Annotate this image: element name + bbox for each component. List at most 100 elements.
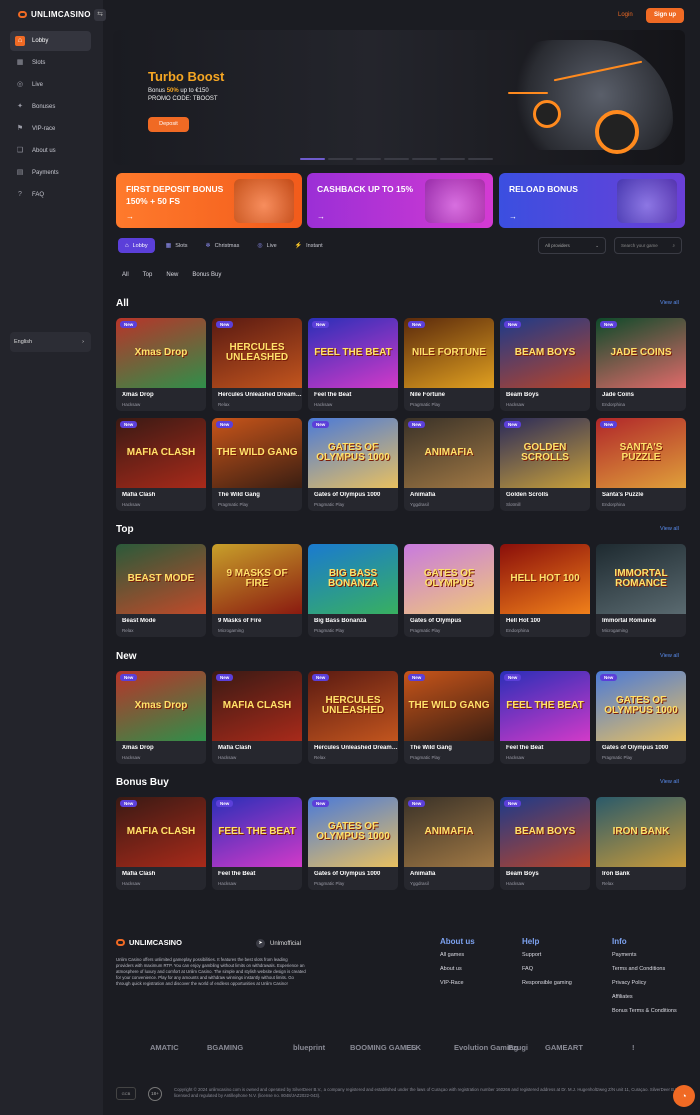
carousel-dot[interactable]	[412, 158, 437, 160]
tab-instant[interactable]: ⚡ Instant	[288, 238, 330, 253]
game-thumbnail-title: JADE COINS	[610, 347, 672, 358]
game-card[interactable]: MAFIA CLASH New Mafia Clash Hacksaw	[116, 797, 206, 890]
footer-link[interactable]: All games	[440, 952, 475, 958]
game-card[interactable]: FEEL THE BEAT New Feel the Beat Hacksaw	[500, 671, 590, 764]
footer-link[interactable]: About us	[440, 966, 475, 972]
game-card[interactable]: BIG BASS BONANZA Big Bass Bonanza Pragmati…	[308, 544, 398, 637]
promo-card[interactable]: RELOAD BONUS →	[499, 173, 685, 228]
game-card[interactable]: JADE COINS New Jade Coins Endorphina	[596, 318, 686, 411]
filter-bonus-buy[interactable]: Bonus Buy	[192, 272, 221, 278]
chat-support-button[interactable]: ◔	[673, 1085, 695, 1107]
game-card[interactable]: GOLDEN SCROLLS New Golden Scrolls Slotmill	[500, 418, 590, 511]
carousel-dot[interactable]	[328, 158, 353, 160]
sidebar-item-lobby[interactable]: ⌂ Lobby	[10, 31, 91, 51]
provider-logo[interactable]: ELK	[406, 1043, 454, 1052]
carousel-dot[interactable]	[440, 158, 465, 160]
footer-link[interactable]: Responsible gaming	[522, 980, 572, 986]
game-card[interactable]: IRON BANK Iron Bank Relax	[596, 797, 686, 890]
game-card[interactable]: MAFIA CLASH New Mafia Clash Hacksaw	[212, 671, 302, 764]
game-card[interactable]: BEAST MODE Beast Mode Relax	[116, 544, 206, 637]
game-card[interactable]: FEEL THE BEAT New Feel the Beat Hacksaw	[308, 318, 398, 411]
language-selector[interactable]: English ›	[10, 332, 91, 352]
sidebar-item-slots[interactable]: ▦ Slots	[10, 53, 91, 73]
provider-logo[interactable]: !	[632, 1043, 642, 1052]
search-input[interactable]: Search your game ⌕	[614, 237, 682, 254]
footer-link[interactable]: Support	[522, 952, 572, 958]
tab-lobby[interactable]: ⌂ Lobby	[118, 238, 155, 253]
footer-link[interactable]: Affiliates	[612, 994, 677, 1000]
game-card[interactable]: HERCULES UNLEASHED New Hercules Unleashed …	[212, 318, 302, 411]
deposit-button[interactable]: Deposit	[148, 117, 189, 132]
game-provider: Hacksaw	[218, 755, 237, 760]
game-card[interactable]: GATES OF OLYMPUS 1000 New Gates of Olympus…	[308, 418, 398, 511]
filter-new[interactable]: New	[166, 272, 178, 278]
footer-link[interactable]: FAQ	[522, 966, 572, 972]
footer-link[interactable]: Bonus Terms & Conditions	[612, 1008, 677, 1014]
providers-select[interactable]: All providers ⌄	[538, 237, 606, 254]
game-card[interactable]: 9 MASKS OF FIRE 9 Masks of Fire Microgamin…	[212, 544, 302, 637]
game-card[interactable]: ANIMAFIA New Animafia Yggdrasil	[404, 418, 494, 511]
footer-link[interactable]: Terms and Conditions	[612, 966, 677, 972]
game-card[interactable]: GATES OF OLYMPUS Gates of Olympus Pragmati…	[404, 544, 494, 637]
collapse-sidebar-button[interactable]: ⇆	[94, 9, 106, 21]
view-all-link[interactable]: View all	[660, 526, 679, 532]
promo-card[interactable]: CASHBACK UP TO 15% →	[307, 173, 493, 228]
carousel-dot[interactable]	[468, 158, 493, 160]
game-card[interactable]: GATES OF OLYMPUS 1000 New Gates of Olympus…	[596, 671, 686, 764]
license-badge[interactable]: GCB	[116, 1087, 136, 1100]
sidebar-item-about-us[interactable]: ❑ About us	[10, 141, 91, 161]
view-all-link[interactable]: View all	[660, 300, 679, 306]
view-all-link[interactable]: View all	[660, 653, 679, 659]
promo-card[interactable]: FIRST DEPOSIT BONUS 150% + 50 FS →	[116, 173, 302, 228]
game-card[interactable]: Xmas Drop New Xmas Drop Hacksaw	[116, 671, 206, 764]
provider-logo[interactable]: Evolution Gaming	[454, 1043, 518, 1052]
game-card[interactable]: GATES OF OLYMPUS 1000 New Gates of Olympus…	[308, 797, 398, 890]
game-card[interactable]: THE WILD GANG New The Wild Gang Pragmatic P…	[404, 671, 494, 764]
signup-button[interactable]: Sign up	[646, 8, 684, 23]
game-card[interactable]: NILE FORTUNE New Nile Fortune Pragmatic Pla…	[404, 318, 494, 411]
game-card[interactable]: HERCULES UNLEASHED New Hercules Unleashed …	[308, 671, 398, 764]
provider-logo[interactable]: BOOMING GAMES	[350, 1043, 416, 1052]
carousel-dot[interactable]	[300, 158, 325, 160]
sidebar-item-vip-race[interactable]: ⚑ VIP-race	[10, 119, 91, 139]
footer-link[interactable]: Payments	[612, 952, 677, 958]
filter-top[interactable]: Top	[143, 272, 153, 278]
game-name: Beast Mode	[122, 618, 156, 624]
footer-link[interactable]: VIP-Race	[440, 980, 475, 986]
game-card[interactable]: IMMORTAL ROMANCE Immortal Romance Microgam…	[596, 544, 686, 637]
carousel-dot[interactable]	[356, 158, 381, 160]
game-card[interactable]: ANIMAFIA New Animafia Yggdrasil	[404, 797, 494, 890]
game-card[interactable]: FEEL THE BEAT New Feel the Beat Hacksaw	[212, 797, 302, 890]
game-card[interactable]: MAFIA CLASH New Mafia Clash Hacksaw	[116, 418, 206, 511]
tab-live[interactable]: ◎ Live	[250, 238, 283, 253]
game-card[interactable]: SANTA'S PUZZLE New Santa's Puzzle Endorphin…	[596, 418, 686, 511]
footer-link[interactable]: Privacy Policy	[612, 980, 677, 986]
game-card[interactable]: Xmas Drop New Xmas Drop Hacksaw	[116, 318, 206, 411]
brand-logo[interactable]: UNLIMCASINO	[18, 10, 91, 19]
carousel-dot[interactable]	[384, 158, 409, 160]
game-card[interactable]: BEAM BOYS New Beam Boys Hacksaw	[500, 318, 590, 411]
telegram-link[interactable]: ➤ Unlmofficial	[256, 939, 301, 948]
provider-logo[interactable]: Ezugi	[508, 1043, 545, 1052]
tab-christmas[interactable]: ❄ Christmas	[199, 238, 247, 253]
footer-logo[interactable]: UNLIMCASINO	[116, 938, 182, 947]
filter-all[interactable]: All	[122, 272, 129, 278]
tab-slots[interactable]: ▦ Slots	[159, 238, 195, 253]
login-button[interactable]: Login	[618, 12, 633, 18]
sidebar-item-bonuses[interactable]: ✦ Bonuses	[10, 97, 91, 117]
view-all-link[interactable]: View all	[660, 779, 679, 785]
provider-logo[interactable]: GAMEART	[545, 1043, 632, 1052]
provider-logo[interactable]: AMATIC	[150, 1043, 207, 1052]
sidebar-item-faq[interactable]: ? FAQ	[10, 185, 91, 205]
game-thumbnail-title: MAFIA CLASH	[222, 700, 292, 711]
provider-logo[interactable]: blueprint	[293, 1043, 350, 1052]
sidebar-item-payments[interactable]: ▤ Payments	[10, 163, 91, 183]
footer-column-title: Info	[612, 937, 627, 946]
game-card[interactable]: THE WILD GANG New The Wild Gang Pragmatic P…	[212, 418, 302, 511]
game-card[interactable]: HELL HOT 100 Hell Hot 100 Endorphina	[500, 544, 590, 637]
sidebar-item-live[interactable]: ◎ Live	[10, 75, 91, 95]
provider-logo[interactable]: BGAMING	[207, 1043, 293, 1052]
hero-banner[interactable]: Turbo Boost Bonus 50% up to €150 PROMO C…	[113, 30, 685, 165]
game-thumbnail: BEAM BOYS	[500, 318, 590, 388]
game-card[interactable]: BEAM BOYS New Beam Boys Hacksaw	[500, 797, 590, 890]
